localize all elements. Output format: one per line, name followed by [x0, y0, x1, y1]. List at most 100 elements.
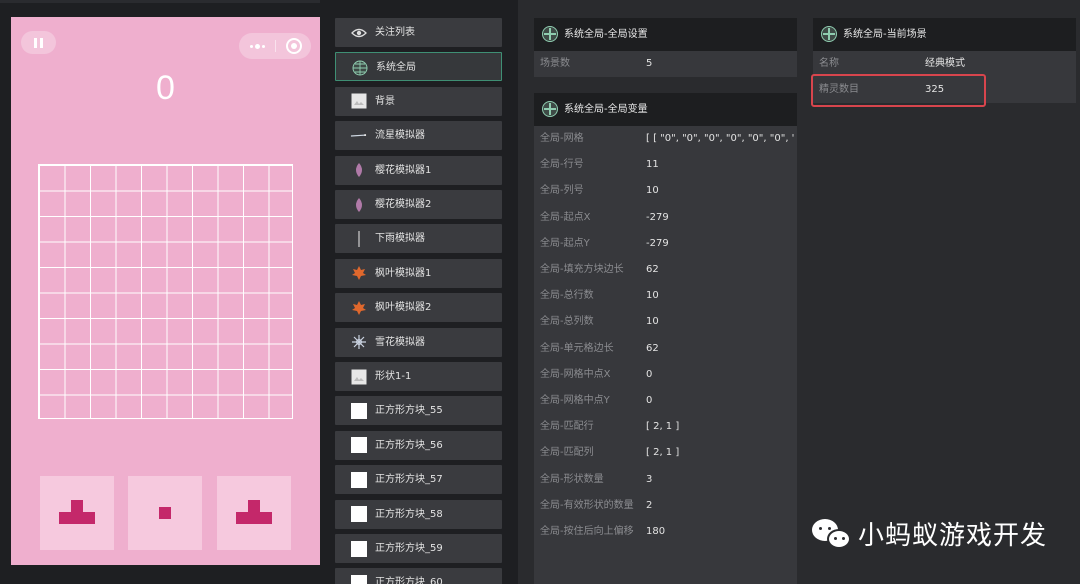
node-item[interactable]: 形状1-1 [335, 362, 502, 391]
settings-panel-body: 场景数 5 [534, 51, 797, 77]
row-value[interactable]: 0 [646, 362, 794, 388]
shape-preview-2[interactable] [128, 476, 202, 550]
row-key: 全局-总行数 [540, 290, 594, 302]
node-label: 正方形方块_60 [375, 577, 443, 584]
block-cell [236, 512, 248, 524]
node-label: 正方形方块_55 [375, 405, 443, 417]
image-icon [350, 368, 367, 385]
variable-row: 全局-列号 10 [534, 178, 797, 204]
shape-preview-3[interactable] [217, 476, 291, 550]
block-cell [159, 507, 171, 519]
mini-program-capsule [239, 33, 311, 59]
white-square-icon [350, 437, 367, 454]
node-label: 关注列表 [375, 27, 415, 38]
variables-panel-body: 全局-网格 [ [ "0", "0", "0", "0", "0", "0", "… [534, 126, 797, 584]
row-key: 全局-单元格边长 [540, 342, 614, 354]
row-value[interactable]: 5 [646, 51, 652, 77]
node-item[interactable]: 正方形方块_58 [335, 499, 502, 529]
row-value[interactable]: 3 [646, 467, 794, 493]
node-item[interactable]: 正方形方块_57 [335, 465, 502, 495]
node-item[interactable]: 正方形方块_56 [335, 430, 502, 460]
row-key: 全局-有效形状的数量 [540, 499, 634, 511]
maple-leaf-icon [350, 299, 367, 316]
node-item[interactable]: 下雨模拟器 [335, 224, 502, 254]
node-item[interactable]: 系统全局 [335, 52, 502, 82]
row-value[interactable]: 10 [646, 178, 794, 204]
row-value[interactable]: 10 [646, 283, 794, 309]
node-label: 枫叶模拟器1 [375, 267, 432, 279]
target-circle-icon[interactable] [286, 38, 302, 54]
node-label: 樱花模拟器2 [375, 199, 432, 210]
variable-row: 全局-起点Y -279 [534, 231, 797, 257]
row-value[interactable]: 180 [646, 519, 794, 545]
row-value[interactable]: [ 2, 1 ] [646, 414, 794, 440]
more-dots-icon[interactable] [250, 44, 265, 49]
block-cell [59, 512, 71, 524]
node-item[interactable]: 正方形方块_60 [335, 568, 502, 584]
eye-icon [350, 24, 367, 41]
game-grid[interactable] [38, 164, 293, 419]
node-item[interactable]: 关注列表 [335, 18, 502, 47]
row-value[interactable]: -279 [646, 205, 794, 231]
node-item[interactable]: 樱花模拟器2 [335, 190, 502, 219]
scene-panel-header[interactable]: 系统全局-当前场景 [813, 18, 1076, 51]
pause-icon [34, 37, 37, 48]
pause-button[interactable] [21, 31, 56, 54]
variable-row: 全局-按住后向上偏移 180 [534, 519, 797, 545]
maple-leaf-icon [350, 265, 367, 282]
variable-row: 全局-网格中点Y 0 [534, 388, 797, 414]
row-value[interactable]: [ 2, 1 ] [646, 440, 794, 466]
variable-row: 全局-有效形状的数量 2 [534, 493, 797, 519]
petal-icon [350, 196, 367, 213]
node-item[interactable]: 正方形方块_59 [335, 534, 502, 563]
row-value[interactable]: 0 [646, 388, 794, 414]
row-key: 全局-网格中点Y [540, 395, 610, 406]
variables-panel-header[interactable]: 系统全局-全局变量 [534, 93, 797, 126]
node-label: 正方形方块_58 [375, 508, 443, 520]
settings-row: 场景数 5 [534, 51, 797, 77]
row-value[interactable]: 62 [646, 257, 794, 283]
editor-window: 0 关注列表系统全局背景流星模拟器樱花模拟器1 樱花模拟器2 下雨模拟器枫叶模拟器1… [0, 0, 1080, 584]
row-key: 全局-按住后向上偏移 [540, 526, 634, 537]
variable-row: 全局-行号 11 [534, 152, 797, 178]
variable-row: 全局-总行数 10 [534, 283, 797, 309]
row-key: 全局-起点X [540, 211, 591, 223]
row-key: 全局-行号 [540, 159, 584, 171]
variables-panel-title: 系统全局-全局变量 [564, 104, 648, 115]
node-label: 下雨模拟器 [375, 233, 425, 245]
node-label: 樱花模拟器1 [375, 164, 432, 176]
watermark: 小蚂蚁游戏开发 [812, 515, 1047, 552]
row-value[interactable]: 10 [646, 309, 794, 335]
globe-icon [821, 26, 837, 42]
globe-icon [542, 26, 558, 42]
node-item[interactable]: 背景 [335, 86, 502, 116]
node-item[interactable]: 雪花模拟器 [335, 327, 502, 357]
shape-preview-1[interactable] [40, 476, 114, 550]
block-cell [248, 500, 260, 512]
row-value[interactable]: -279 [646, 231, 794, 257]
variable-row: 全局-形状数量 3 [534, 467, 797, 493]
variable-row: 全局-匹配列 [ 2, 1 ] [534, 440, 797, 466]
row-key: 全局-列号 [540, 185, 584, 197]
white-square-icon [350, 471, 367, 488]
row-value[interactable]: [ [ "0", "0", "0", "0", "0", "0", "0", "… [646, 126, 794, 152]
row-value[interactable]: 2 [646, 493, 794, 519]
row-key: 全局-网格中点X [540, 368, 611, 380]
settings-panel-header[interactable]: 系统全局-全局设置 [534, 18, 797, 51]
row-value[interactable]: 11 [646, 152, 794, 178]
node-item[interactable]: 流星模拟器 [335, 121, 502, 151]
block-cell [71, 500, 83, 512]
petal-icon [350, 162, 367, 179]
game-preview[interactable]: 0 [11, 17, 320, 565]
block-cell [83, 512, 95, 524]
white-square-icon [350, 540, 367, 557]
node-label: 正方形方块_59 [375, 543, 443, 554]
node-item[interactable]: 枫叶模拟器1 [335, 258, 502, 288]
row-value[interactable]: 62 [646, 336, 794, 362]
node-item[interactable]: 樱花模拟器1 [335, 155, 502, 185]
white-square-icon [350, 402, 367, 419]
node-item[interactable]: 枫叶模拟器2 [335, 293, 502, 323]
variable-row: 全局-总列数 10 [534, 309, 797, 335]
white-square-icon [350, 574, 367, 584]
node-item[interactable]: 正方形方块_55 [335, 396, 502, 426]
